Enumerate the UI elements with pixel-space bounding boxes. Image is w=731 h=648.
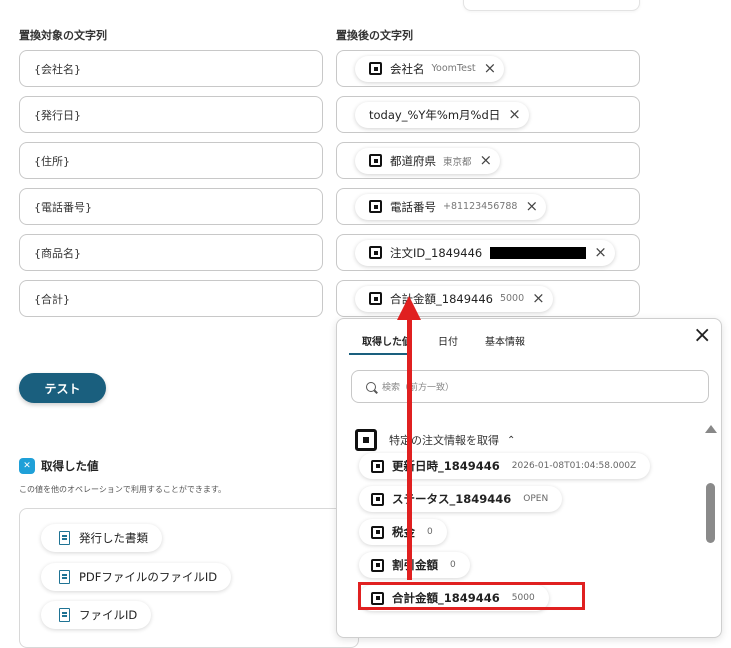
replacement-column-header: 置換後の文字列	[336, 29, 413, 42]
search-icon	[366, 381, 376, 392]
output-section-title: ✕ 取得した値	[19, 458, 99, 474]
output-item-label: PDFファイルのファイルID	[79, 570, 218, 584]
square-app-icon	[355, 429, 377, 451]
scrollbar-thumb[interactable]	[706, 483, 715, 543]
picker-item[interactable]: 更新日時_1849446 2026-01-08T01:04:58.000Z	[359, 453, 651, 479]
picker-item-label: 割引金額	[392, 558, 438, 572]
group-title: 特定の注文情報を取得	[389, 434, 499, 447]
chip-sample-value: +81123456788	[443, 201, 518, 212]
close-icon[interactable]: ×	[693, 325, 711, 347]
target-column-header: 置換対象の文字列	[19, 29, 107, 42]
scrollbar[interactable]	[705, 421, 717, 637]
output-title-text: 取得した値	[41, 459, 99, 473]
replacement-string-field[interactable]: 注文ID_1849446 ×	[336, 234, 640, 271]
chip-sample-value: YoomTest	[431, 63, 476, 74]
picker-item-value: 2026-01-08T01:04:58.000Z	[511, 461, 637, 471]
chip-sample-value: 5000	[499, 293, 525, 304]
replacement-string-field[interactable]: 都道府県 東京都 ×	[336, 142, 640, 179]
square-app-icon	[369, 200, 382, 213]
chip-label: 電話番号	[390, 199, 436, 214]
output-icon: ✕	[19, 458, 35, 474]
variable-chip[interactable]: 合計金額_1849446 5000 ×	[355, 285, 553, 312]
scroll-up-arrow-icon[interactable]	[705, 425, 717, 433]
picker-item[interactable]: 税金 0	[359, 519, 447, 545]
square-app-icon	[369, 292, 382, 305]
square-app-icon	[371, 525, 384, 539]
chip-sample-value: 東京都	[443, 156, 472, 168]
remove-chip-icon[interactable]: ×	[594, 245, 607, 260]
target-string-field[interactable]: {発行日}	[19, 96, 323, 133]
chip-label: 注文ID_1849446	[390, 245, 483, 260]
search-placeholder: 検索（前方一致）	[382, 383, 455, 393]
square-app-icon	[371, 558, 384, 572]
chip-label: today_%Y年%m月%d日	[369, 107, 501, 122]
remove-chip-icon[interactable]: ×	[532, 291, 545, 306]
target-string-field[interactable]: {合計}	[19, 280, 323, 317]
chip-label: 会社名	[390, 61, 425, 76]
annotation-arrow-head	[397, 296, 421, 320]
square-app-icon	[369, 154, 382, 167]
square-app-icon	[369, 246, 382, 259]
test-button[interactable]: テスト	[19, 373, 106, 403]
output-item-label: 発行した書類	[79, 531, 148, 545]
search-input[interactable]: 検索（前方一致）	[351, 370, 709, 403]
tab-basic-info[interactable]: 基本情報	[485, 333, 525, 348]
document-icon	[59, 531, 70, 545]
square-app-icon	[371, 459, 384, 473]
remove-chip-icon[interactable]: ×	[508, 107, 521, 122]
square-app-icon	[369, 62, 382, 75]
tab-acquired-values[interactable]: 取得した値	[362, 333, 412, 348]
picker-item-value: 0	[450, 560, 456, 570]
picker-item-value: OPEN	[523, 494, 549, 504]
replacement-string-field[interactable]: today_%Y年%m月%d日 ×	[336, 96, 640, 133]
tab-date[interactable]: 日付	[438, 333, 458, 348]
replacement-string-field[interactable]: 合計金額_1849446 5000 ×	[336, 280, 640, 317]
document-icon	[59, 608, 70, 622]
variable-chip[interactable]: today_%Y年%m月%d日 ×	[355, 101, 529, 128]
target-string-field[interactable]: {商品名}	[19, 234, 323, 271]
variable-chip[interactable]: 電話番号 +81123456788 ×	[355, 193, 547, 220]
replacement-string-field[interactable]: 会社名 YoomTest ×	[336, 50, 640, 87]
output-item[interactable]: PDFファイルのファイルID	[41, 563, 232, 591]
remove-chip-icon[interactable]: ×	[484, 61, 497, 76]
remove-chip-icon[interactable]: ×	[480, 153, 493, 168]
output-description: この値を他のオペレーションで利用することができます。	[19, 485, 227, 494]
annotation-highlight-box	[358, 582, 585, 610]
chevron-up-icon: ⌃	[507, 434, 516, 446]
picker-item[interactable]: ステータス_1849446 OPEN	[359, 486, 563, 512]
variable-chip[interactable]: 都道府県 東京都 ×	[355, 147, 501, 174]
document-icon	[59, 570, 70, 584]
active-tab-indicator	[349, 353, 407, 355]
square-app-icon	[371, 492, 384, 506]
target-string-field[interactable]: {会社名}	[19, 50, 323, 87]
target-string-field[interactable]: {住所}	[19, 142, 323, 179]
remove-chip-icon[interactable]: ×	[525, 199, 538, 214]
previous-panel-edge	[463, 0, 640, 11]
redacted-value	[490, 246, 587, 259]
output-item-label: ファイルID	[79, 608, 138, 622]
group-header[interactable]: 特定の注文情報を取得 ⌃	[355, 429, 515, 451]
variable-chip[interactable]: 注文ID_1849446 ×	[355, 239, 615, 266]
annotation-arrow-shaft	[407, 302, 412, 580]
picker-item-value: 0	[427, 527, 433, 537]
target-string-field[interactable]: {電話番号}	[19, 188, 323, 225]
chip-label: 都道府県	[390, 153, 436, 168]
variable-chip[interactable]: 会社名 YoomTest ×	[355, 55, 505, 82]
picker-item[interactable]: 割引金額 0	[359, 552, 470, 578]
replacement-string-field[interactable]: 電話番号 +81123456788 ×	[336, 188, 640, 225]
output-item[interactable]: 発行した書類	[41, 524, 162, 552]
